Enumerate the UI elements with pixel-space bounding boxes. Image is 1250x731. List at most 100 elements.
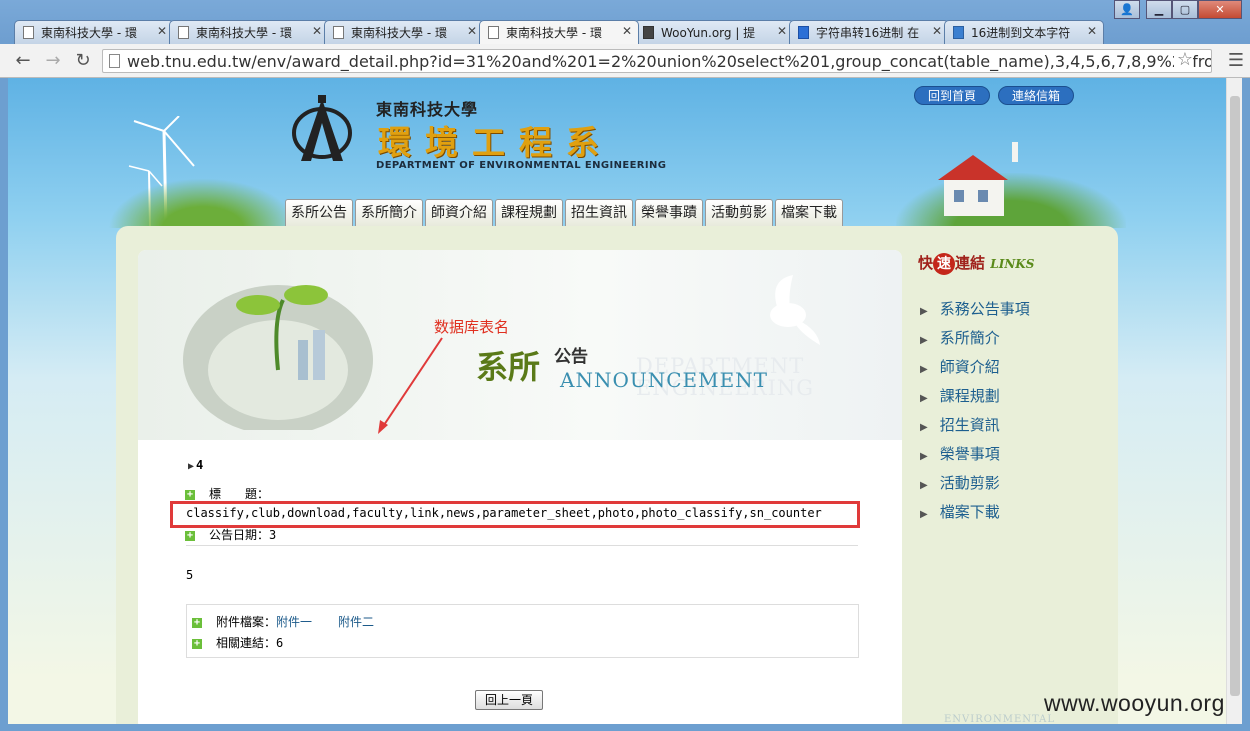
nav-admissions[interactable]: 招生資訊	[565, 199, 633, 226]
close-window-icon[interactable]: ✕	[1198, 0, 1242, 19]
browser-tab[interactable]: 東南科技大學 - 環 ✕	[324, 20, 484, 44]
announcement-detail: ▶ 4 + 標 題： + 公告日期：3 classify,club,download,…	[138, 440, 902, 724]
sidebar-item[interactable]: ▶ 榮譽事項	[920, 443, 1030, 472]
quick-links-title-a: 快	[918, 254, 934, 272]
related-row: + 相關連結：6	[192, 634, 283, 651]
triangle-icon: ▶	[920, 306, 928, 317]
page-icon	[23, 26, 34, 39]
browser-tab-active[interactable]: 東南科技大學 - 環 ✕	[479, 20, 639, 44]
top-links: 回到首頁 連絡信箱	[914, 86, 1075, 105]
code-icon	[953, 26, 964, 39]
tab-title: 東南科技大學 - 環	[506, 26, 602, 40]
close-icon[interactable]: ✕	[157, 24, 167, 38]
earth-seedling-illustration	[183, 285, 373, 430]
sidebar-item[interactable]: ▶ 系務公告事項	[920, 298, 1030, 327]
quick-links: ▶ 系務公告事項 ▶ 系所簡介 ▶ 師資介紹 ▶ 課程規劃 ▶ 招生資訊 ▶ 榮譽事項 ▶ 活…	[920, 298, 1030, 530]
nav-about[interactable]: 系所簡介	[355, 199, 423, 226]
attachment-box: + 附件檔案：附件一 附件二 + 相關連結：6	[186, 604, 859, 658]
triangle-icon: ▶	[920, 364, 928, 375]
page-icon	[178, 26, 189, 39]
forward-arrow-icon[interactable]: →	[42, 50, 64, 71]
browser-tab[interactable]: 字符串转16进制 在 ✕	[789, 20, 949, 44]
sidebar-item[interactable]: ▶ 系所簡介	[920, 327, 1030, 356]
web-page: 東南科技大學 環境工程系 DEPARTMENT OF ENVIRONMENTAL…	[8, 78, 1226, 724]
back-button[interactable]: 回上一頁	[475, 690, 544, 710]
triangle-icon: ▶	[920, 451, 928, 462]
nav-downloads[interactable]: 檔案下載	[775, 199, 843, 226]
plus-icon: +	[192, 616, 202, 628]
triangle-icon: ▶	[920, 335, 928, 346]
dept-name-en: DEPARTMENT OF ENVIRONMENTAL ENGINEERING	[376, 160, 667, 171]
scrollbar[interactable]	[1226, 78, 1242, 724]
close-icon[interactable]: ✕	[622, 24, 632, 38]
star-icon[interactable]: ☆	[1173, 50, 1193, 70]
item-number: ▶ 4	[188, 458, 203, 472]
tab-title: WooYun.org | 提	[661, 26, 756, 40]
watermark: www.wooyun.org	[1044, 690, 1225, 716]
dove-illustration	[770, 275, 820, 345]
browser-tab[interactable]: 東南科技大學 - 環 ✕	[14, 20, 174, 44]
sidebar-item[interactable]: ▶ 師資介紹	[920, 356, 1030, 385]
plus-icon: +	[185, 488, 195, 500]
tab-title: 東南科技大學 - 環	[196, 26, 292, 40]
back-arrow-icon[interactable]: ←	[12, 50, 34, 71]
triangle-icon: ▶	[920, 480, 928, 491]
paw-icon	[798, 26, 809, 39]
contact-link[interactable]: 連絡信箱	[998, 86, 1075, 105]
dept-name-cn: 環境工程系	[378, 123, 613, 162]
site-header: 東南科技大學 環境工程系 DEPARTMENT OF ENVIRONMENTAL…	[8, 78, 1226, 228]
plus-icon: +	[192, 637, 202, 649]
quick-links-title-b: 速	[933, 253, 956, 275]
date-value: 3	[269, 528, 277, 542]
browser-tab[interactable]: 16进制到文本字符 ✕	[944, 20, 1104, 44]
nav-faculty[interactable]: 師資介紹	[425, 199, 493, 226]
minimize-icon[interactable]: ▁	[1146, 0, 1172, 19]
grass-decoration	[108, 178, 298, 228]
date-label: 公告日期：	[209, 528, 270, 542]
menu-icon[interactable]: ☰	[1228, 50, 1244, 71]
close-icon[interactable]: ✕	[467, 24, 477, 38]
close-icon[interactable]: ✕	[777, 24, 787, 38]
attachment-link-2[interactable]: 附件二	[338, 615, 374, 629]
plus-icon: +	[185, 529, 195, 541]
sidebar-item[interactable]: ▶ 招生資訊	[920, 414, 1030, 443]
nav-honors[interactable]: 榮譽事蹟	[635, 199, 703, 226]
title-label: 標 題：	[209, 487, 270, 501]
close-icon[interactable]: ✕	[1087, 24, 1097, 38]
tab-title: 東南科技大學 - 環	[351, 26, 447, 40]
maximize-icon[interactable]: ▢	[1172, 0, 1198, 19]
main-panel: 数据库表名 DEPARTMENT ENGINEERING 系所 公告 ANNOU…	[138, 250, 902, 724]
scrollbar-thumb[interactable]	[1230, 96, 1240, 696]
sidebar-item[interactable]: ▶ 活動剪影	[920, 472, 1030, 501]
browser-tab[interactable]: 東南科技大學 - 環 ✕	[169, 20, 329, 44]
school-logo-icon	[292, 95, 352, 161]
sidebar-item[interactable]: ▶ 檔案下載	[920, 501, 1030, 530]
footer-ghost-text: ENVIRONMENTAL	[944, 714, 1055, 724]
item-number-value: 4	[196, 458, 204, 472]
home-link[interactable]: 回到首頁	[914, 86, 991, 105]
browser-chrome: 東南科技大學 - 環 ✕ 東南科技大學 - 環 ✕ 東南科技大學 - 環 ✕ 東南科技…	[0, 0, 1250, 78]
attachment-row: + 附件檔案：附件一 附件二	[192, 613, 400, 630]
reload-icon[interactable]: ↻	[72, 50, 94, 71]
wooyun-icon	[643, 26, 654, 39]
close-icon[interactable]: ✕	[312, 24, 322, 38]
close-icon[interactable]: ✕	[932, 24, 942, 38]
triangle-icon: ▶	[920, 422, 928, 433]
sidebar-item[interactable]: ▶ 課程規劃	[920, 385, 1030, 414]
tab-title: 16进制到文本字符	[971, 26, 1071, 40]
page-icon	[109, 54, 120, 68]
banner-title-cn-small: 公告	[554, 347, 588, 367]
browser-tab[interactable]: WooYun.org | 提 ✕	[634, 20, 794, 44]
attachment-label: 附件檔案：	[216, 615, 277, 629]
page-icon	[488, 26, 499, 39]
attachment-link-1[interactable]: 附件一	[276, 615, 312, 629]
nav-announcements[interactable]: 系所公告	[285, 199, 353, 226]
window-controls: 👤 ▁ ▢ ✕	[1114, 0, 1242, 19]
nav-activities[interactable]: 活動剪影	[705, 199, 773, 226]
nav-courses[interactable]: 課程規劃	[495, 199, 563, 226]
date-row: + 公告日期：3	[185, 526, 276, 543]
highlight-box	[170, 501, 860, 528]
banner-title-cn: 系所	[476, 348, 541, 386]
address-bar[interactable]: web.tnu.edu.tw/env/award_detail.php?id=3…	[102, 49, 1212, 73]
user-icon[interactable]: 👤	[1114, 0, 1140, 19]
